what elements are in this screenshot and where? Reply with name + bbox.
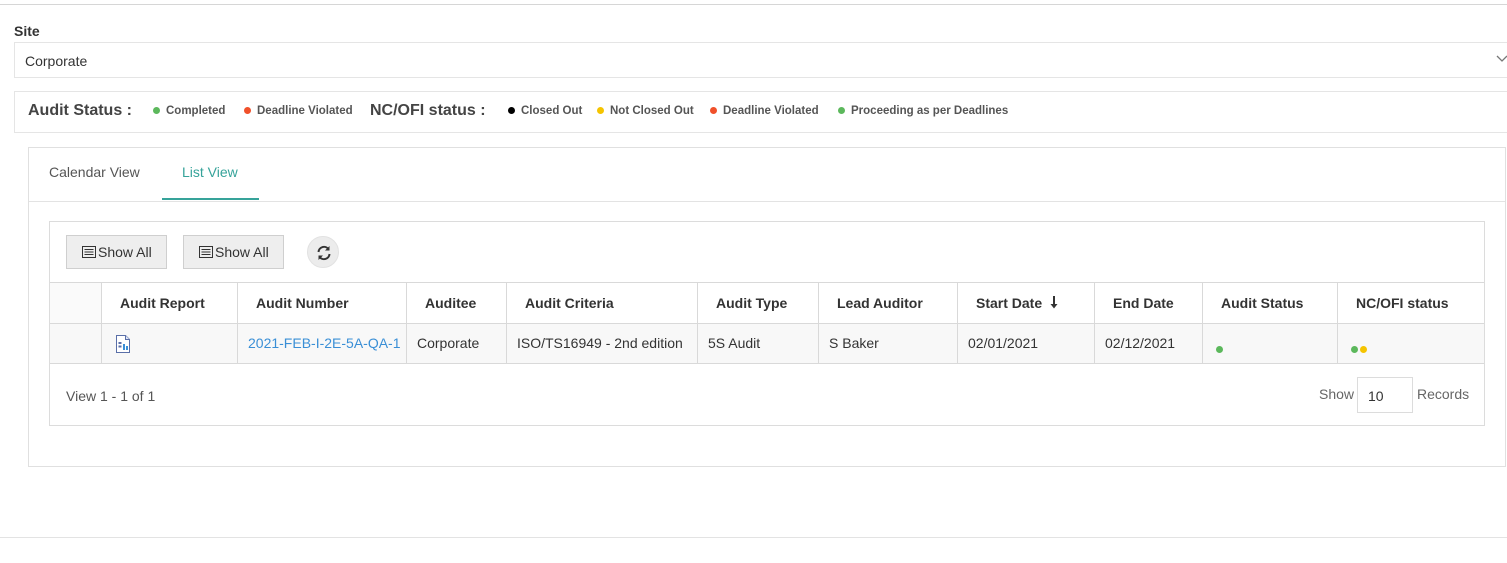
column-header-end-date[interactable]: End Date [1094,283,1202,323]
table-header: Audit Report Audit Number Auditee Audit … [50,282,1484,324]
legend-item-completed: Completed [153,105,225,117]
site-select[interactable]: Corporate [14,42,1507,78]
legend-item-deadline-violated: Deadline Violated [244,105,353,117]
site-select-value: Corporate [25,53,88,69]
audit-status-heading: Audit Status : [28,102,132,119]
auditee-cell: Corporate [406,324,506,363]
green-dot-icon [838,107,845,114]
tab-calendar-view[interactable]: Calendar View [49,164,140,180]
audit-panel: Calendar View List View Show All Show Al… [28,147,1506,467]
end-date-cell: 02/12/2021 [1094,324,1202,363]
tabs-divider [29,201,1505,202]
site-label: Site [14,23,40,39]
audit-status-cell [1202,324,1337,363]
list-icon [82,246,96,258]
yellow-dot-icon [597,107,604,114]
black-dot-icon [508,107,515,114]
audit-number-cell: 2021-FEB-I-2E-5A-QA-1 [237,324,406,363]
audit-type-cell: 5S Audit [697,324,818,363]
chevron-down-icon [1496,55,1507,62]
column-header-audit-criteria[interactable]: Audit Criteria [506,283,697,323]
column-header-start-date[interactable]: Start Date [957,283,1094,323]
tab-list-view[interactable]: List View [182,164,238,180]
active-tab-indicator [162,198,259,200]
table-row[interactable]: 2021-FEB-I-2E-5A-QA-1 Corporate ISO/TS16… [50,324,1484,364]
green-dot-icon [153,107,160,114]
nc-status-heading: NC/OFI status : [370,102,486,119]
top-divider [0,0,1507,5]
document-icon[interactable] [115,335,131,353]
row-select-cell[interactable] [50,324,101,363]
bottom-divider [0,537,1507,538]
column-header-nc-ofi-status[interactable]: NC/OFI status [1337,283,1484,323]
start-date-cell: 02/01/2021 [957,324,1094,363]
lead-auditor-cell: S Baker [818,324,957,363]
nc-status-dot [1359,346,1367,353]
red-dot-icon [244,107,251,114]
audit-criteria-cell: ISO/TS16949 - 2nd edition [506,324,697,363]
audit-report-cell [101,324,237,363]
legend-item-proceeding: Proceeding as per Deadlines [838,105,1008,117]
list-icon [199,246,213,258]
red-dot-icon [710,107,717,114]
pager-info: View 1 - 1 of 1 [66,388,156,404]
legend-item-not-closed-out: Not Closed Out [597,105,694,117]
nc-status-dot [1351,346,1358,353]
show-all-button[interactable]: Show All [66,235,167,269]
column-header-auditee[interactable]: Auditee [406,283,506,323]
status-legend: Audit Status : Completed Deadline Violat… [14,91,1507,133]
show-all-button-2[interactable]: Show All [183,235,284,269]
audit-grid: Show All Show All Audit Report Audit Num… [49,221,1485,426]
show-label: Show [1319,386,1355,402]
column-header-audit-type[interactable]: Audit Type [697,283,818,323]
refresh-icon [317,245,331,261]
legend-item-closed-out: Closed Out [508,105,582,117]
nc-ofi-status-cell [1337,324,1484,363]
audit-status-dot [1216,346,1223,353]
column-header-audit-status[interactable]: Audit Status [1202,283,1337,323]
records-label: Records [1417,386,1470,402]
column-header-audit-report[interactable]: Audit Report [101,283,237,323]
header-checkbox-cell [50,283,101,323]
refresh-button[interactable] [307,236,339,268]
audit-number-link[interactable]: 2021-FEB-I-2E-5A-QA-1 [248,335,401,351]
column-header-lead-auditor[interactable]: Lead Auditor [818,283,957,323]
legend-item-nc-deadline-violated: Deadline Violated [710,105,819,117]
column-header-audit-number[interactable]: Audit Number [237,283,406,323]
sort-descending-icon [1050,296,1058,309]
records-per-page-input[interactable]: 10 [1357,377,1413,413]
